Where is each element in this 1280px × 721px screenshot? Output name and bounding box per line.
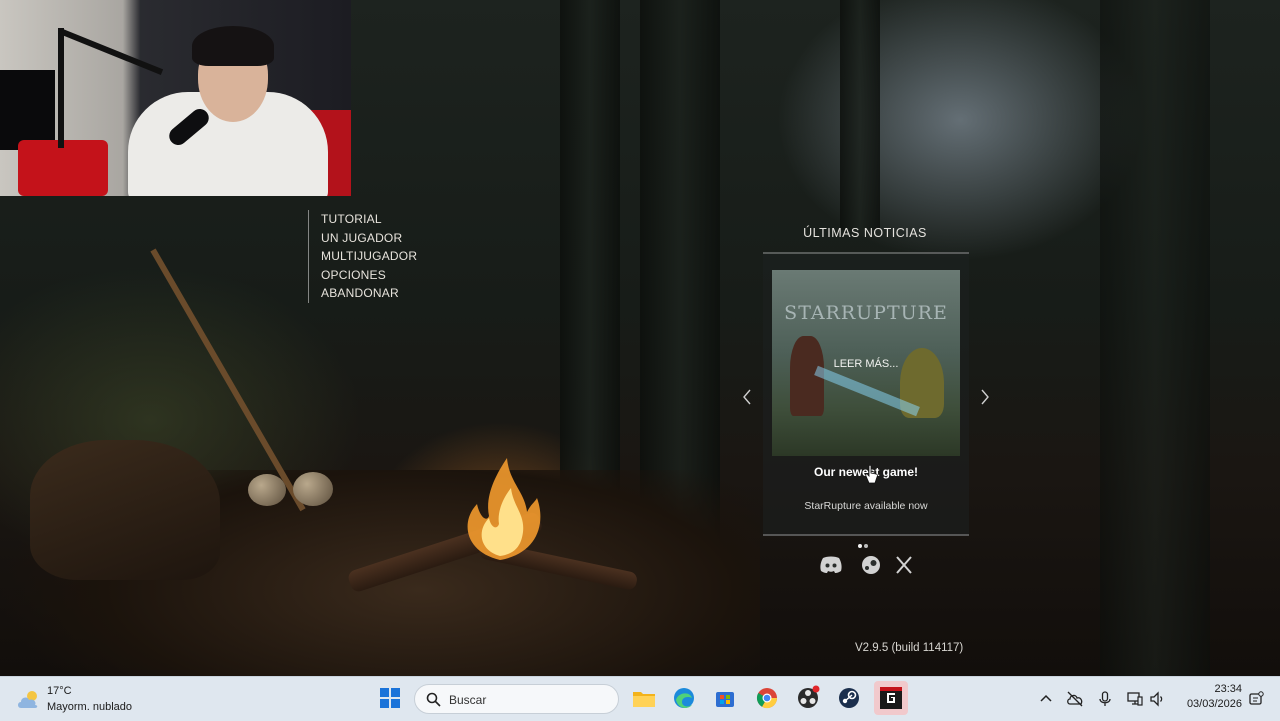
- notification-icon[interactable]: [1247, 690, 1265, 708]
- webcam-monitor: [0, 70, 55, 150]
- menu-item-multiplayer[interactable]: MULTIJUGADOR: [321, 247, 417, 266]
- campfire-icon: [467, 458, 541, 560]
- news-title: ÚLTIMAS NOTICIAS: [803, 226, 927, 240]
- mic-arm: [58, 28, 164, 75]
- weather-temperature: 17°C: [47, 685, 72, 697]
- mouse-cursor-icon: [865, 464, 879, 490]
- system-clock[interactable]: 23:34 03/03/2026: [1178, 683, 1242, 710]
- news-card[interactable]: STARRUPTURE LEER MÁS... Our newest game!…: [763, 252, 969, 536]
- read-more-link[interactable]: LEER MÁS...: [772, 358, 960, 370]
- starrupture-logo: STARRUPTURE: [784, 302, 948, 324]
- discord-icon[interactable]: [819, 555, 843, 575]
- tree-trunk: [1100, 0, 1210, 676]
- tree-trunk: [560, 0, 620, 520]
- tree-stump: [30, 440, 220, 580]
- search-placeholder: Buscar: [449, 693, 487, 707]
- menu-item-options[interactable]: OPCIONES: [321, 266, 417, 285]
- network-icon[interactable]: [1126, 690, 1144, 708]
- webcam-chair: [18, 140, 108, 196]
- game-icon[interactable]: [874, 681, 908, 715]
- search-input[interactable]: Buscar: [414, 684, 619, 714]
- steam-icon[interactable]: [860, 555, 884, 575]
- windows-start-icon[interactable]: [376, 684, 404, 712]
- weather-description: Mayorm. nublado: [47, 701, 132, 713]
- news-subtitle: StarRupture available now: [804, 500, 928, 512]
- clock-date: 03/03/2026: [1186, 698, 1242, 710]
- rock: [248, 474, 286, 506]
- news-image[interactable]: STARRUPTURE LEER MÁS...: [772, 270, 960, 456]
- edge-icon[interactable]: [670, 684, 698, 712]
- steam-icon[interactable]: [835, 684, 863, 712]
- volume-icon[interactable]: [1148, 690, 1166, 708]
- rock: [293, 472, 333, 506]
- microphone-icon[interactable]: [1096, 690, 1114, 708]
- streamer-hair: [192, 26, 274, 66]
- chevron-up-icon[interactable]: [1037, 690, 1055, 708]
- file-explorer-icon[interactable]: [630, 684, 658, 712]
- menu-item-single-player[interactable]: UN JUGADOR: [321, 229, 417, 248]
- game-version: V2.9.5 (build 114117): [855, 642, 964, 654]
- news-prev-arrow-icon[interactable]: [742, 388, 752, 411]
- weather-widget[interactable]: 17°C Mayorm. nublado: [14, 682, 174, 716]
- menu-item-quit[interactable]: ABANDONAR: [321, 284, 417, 303]
- news-next-arrow-icon[interactable]: [980, 388, 990, 411]
- search-icon: [426, 692, 441, 707]
- menu-item-tutorial[interactable]: TUTORIAL: [321, 210, 417, 229]
- chrome-icon[interactable]: [753, 684, 781, 712]
- main-menu: TUTORIAL UN JUGADOR MULTIJUGADOR OPCIONE…: [308, 210, 417, 303]
- cloudy-sun-icon: [18, 691, 38, 708]
- webcam-overlay: [0, 0, 351, 196]
- taskbar: 17°C Mayorm. nublado Buscar 23:34 03/03/…: [0, 676, 1280, 721]
- x-icon[interactable]: [894, 555, 918, 575]
- tree-trunk: [840, 0, 880, 230]
- mic-arm: [58, 28, 64, 148]
- news-pagination: [857, 535, 869, 553]
- obs-icon[interactable]: [794, 684, 822, 712]
- news-page-dot[interactable]: [864, 544, 868, 548]
- cloud-off-icon[interactable]: [1066, 690, 1084, 708]
- clock-time: 23:34: [1214, 683, 1242, 695]
- microsoft-store-icon[interactable]: [711, 684, 739, 712]
- news-page-dot[interactable]: [858, 544, 862, 548]
